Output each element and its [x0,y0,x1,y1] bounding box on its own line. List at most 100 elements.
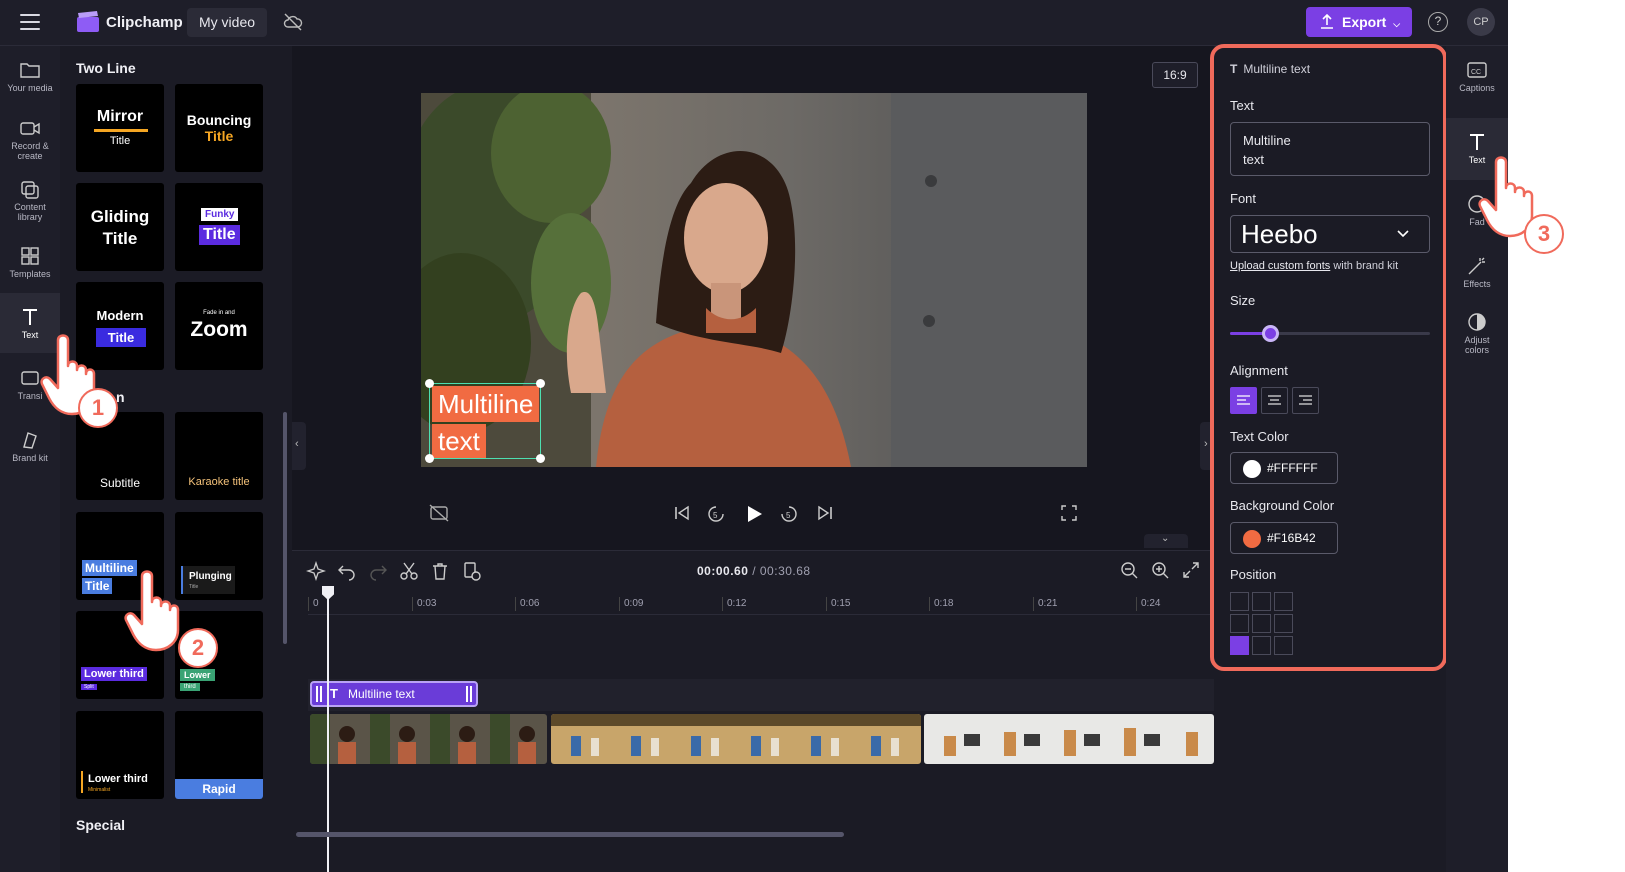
undo-icon[interactable] [337,561,357,581]
size-slider[interactable] [1230,325,1430,342]
text-tile-lower-third-minimalist[interactable]: Lower third Minimalist [76,711,164,799]
tile-label: Funky [201,208,239,221]
collapse-timeline-button[interactable]: ⌄ [1144,533,1188,548]
alignment-label: Alignment [1230,363,1288,378]
collapse-left-panel-button[interactable]: ‹ [292,422,306,470]
position-top-right[interactable] [1274,592,1293,611]
tile-label: Multiline [82,560,137,576]
library-icon [21,181,39,199]
text-tile-lower-third-split[interactable]: Lower third Split [76,611,164,699]
text-icon: T [330,686,338,701]
panel-scrollbar[interactable] [283,412,287,644]
zoom-out-icon[interactable] [1120,561,1138,579]
nav-captions[interactable]: CC Captions [1446,60,1508,93]
timeline-scrollbar[interactable] [296,832,844,837]
text-overlay-selection[interactable]: Multiline text [425,379,545,463]
text-clip[interactable]: T Multiline text [310,681,478,707]
aspect-ratio-button[interactable]: 16:9 [1152,62,1198,88]
scissors-icon[interactable] [399,561,419,581]
nav-content-library[interactable]: Content library [0,179,60,222]
play-icon[interactable] [744,504,764,524]
section-two-line: Two Line [76,60,136,76]
text-color-picker[interactable]: #FFFFFF [1230,452,1338,484]
avatar[interactable]: CP [1467,8,1495,36]
video-clip-3[interactable] [924,714,1214,764]
trim-handle-left[interactable] [316,686,322,702]
menu-icon[interactable] [20,14,40,30]
tile-sublabel: Title [82,578,113,594]
resize-handle[interactable] [536,454,545,463]
position-middle-right[interactable] [1274,614,1293,633]
trim-handle-right[interactable] [466,686,472,702]
nav-brand-kit[interactable]: Brand kit [0,430,60,463]
video-clip-1[interactable] [310,714,547,764]
position-bottom-left[interactable] [1230,636,1249,655]
text-tile-zoom[interactable]: Fade in and Zoom [175,282,263,370]
position-bottom-center[interactable] [1252,636,1271,655]
tile-sublabel: Title [102,229,138,248]
nav-your-media[interactable]: Your media [0,60,60,93]
zoom-in-icon[interactable] [1151,561,1169,579]
nav-fade[interactable]: Fad [1446,194,1508,227]
size-slider-thumb[interactable] [1262,325,1279,342]
nav-templates[interactable]: Templates [0,246,60,279]
clipchamp-logo-icon [77,11,99,32]
rewind-5-icon[interactable]: 5 [706,504,726,524]
video-clip-2[interactable] [551,714,921,764]
skip-back-icon[interactable] [673,504,691,522]
cloud-off-icon[interactable] [283,13,303,31]
position-middle-center[interactable] [1252,614,1271,633]
help-icon[interactable]: ? [1428,12,1448,32]
align-right-button[interactable] [1292,387,1319,414]
text-tile-multiline[interactable]: Multiline Title [76,512,164,600]
playhead[interactable] [327,586,329,872]
text-tile-mirror[interactable]: Mirror Title [76,84,164,172]
magic-icon[interactable] [306,561,326,581]
align-center-button[interactable] [1261,387,1288,414]
position-top-left[interactable] [1230,592,1249,611]
upload-fonts-link[interactable]: Upload custom fonts [1230,260,1330,272]
background-color-picker[interactable]: #F16B42 [1230,522,1338,554]
tile-sublabel: Title [199,225,240,245]
tile-label: Gliding [90,207,150,226]
font-select[interactable]: Heebo [1230,215,1430,253]
trash-icon[interactable] [430,561,450,581]
resize-handle[interactable] [425,379,434,388]
text-tile-modern[interactable]: Modern Title [76,282,164,370]
transitions-icon [21,371,39,385]
export-button[interactable]: Export ⌵ [1306,7,1412,37]
text-tile-funky[interactable]: Funky Title [175,183,263,271]
position-middle-left[interactable] [1230,614,1249,633]
nav-text-properties[interactable]: Text [1446,118,1508,180]
redo-icon[interactable] [368,561,388,581]
top-bar: Clipchamp My video Export ⌵ ? CP [0,0,1508,46]
fit-timeline-icon[interactable] [1182,561,1200,579]
time-ruler[interactable]: 0 0:03 0:06 0:09 0:12 0:15 0:18 0:21 0:2… [308,591,1214,615]
text-tile-karaoke[interactable]: Karaoke title [175,412,263,500]
text-input[interactable]: Multiline text [1230,122,1430,176]
nav-text[interactable]: Text [0,293,60,353]
nav-adjust-colors[interactable]: Adjust colors [1446,312,1508,355]
skip-forward-icon[interactable] [816,504,834,522]
position-top-center[interactable] [1252,592,1271,611]
project-name-field[interactable]: My video [187,8,268,37]
fade-icon [1468,195,1486,213]
collapse-right-panel-button[interactable]: › [1200,422,1214,470]
align-left-button[interactable] [1230,387,1257,414]
position-bottom-right[interactable] [1274,636,1293,655]
nav-transitions[interactable]: Transi [0,368,60,401]
hide-preview-icon[interactable] [429,504,449,522]
forward-5-icon[interactable]: 5 [779,504,799,524]
resize-handle[interactable] [425,454,434,463]
text-tile-bouncing[interactable]: Bouncing Title [175,84,263,172]
text-tile-gliding[interactable]: Gliding Title [76,183,164,271]
nav-record-create[interactable]: Record & create [0,118,60,161]
tile-label: Mirror [96,108,144,125]
video-frame[interactable]: Multiline text [421,93,1087,467]
add-media-icon[interactable] [461,561,481,581]
nav-effects[interactable]: Effects [1446,256,1508,289]
text-tile-plunging[interactable]: Plunging Title [175,512,263,600]
fullscreen-icon[interactable] [1060,504,1078,522]
resize-handle[interactable] [536,379,545,388]
text-tile-rapid[interactable]: Rapid [175,711,263,799]
